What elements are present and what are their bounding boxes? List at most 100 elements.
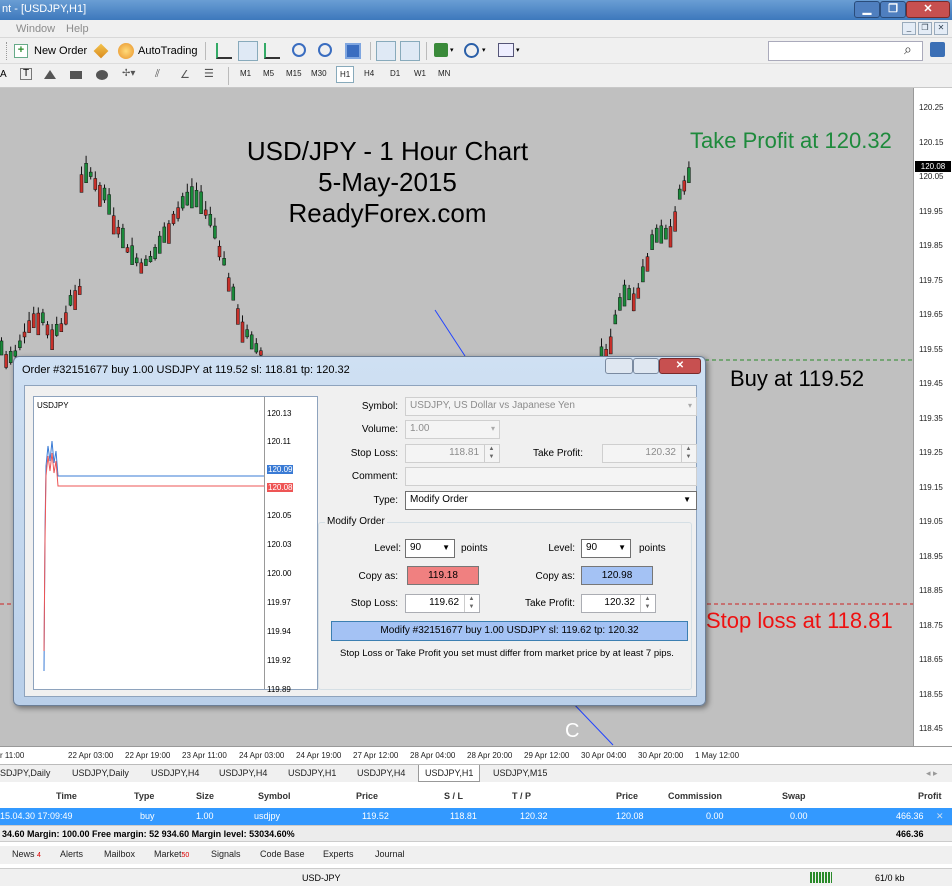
triangle-tool-icon[interactable] bbox=[44, 70, 56, 79]
timeframe-w1[interactable]: W1 bbox=[414, 69, 426, 78]
new-order-button[interactable]: New Order bbox=[34, 45, 87, 57]
column-header[interactable]: Symbol bbox=[258, 791, 291, 801]
type-select[interactable]: Modify Order ▼ bbox=[405, 491, 697, 510]
fibo-tool-icon[interactable]: ☰ bbox=[204, 67, 214, 80]
text-tool-icon[interactable]: A bbox=[0, 69, 7, 80]
new-tp-field[interactable]: 120.32 ▲ ▼ bbox=[581, 594, 656, 613]
terminal-tab-signals[interactable]: Signals bbox=[211, 849, 241, 859]
menu-window[interactable]: Window bbox=[16, 23, 55, 35]
dialog-maximize-button[interactable] bbox=[633, 358, 659, 374]
column-header[interactable]: T / P bbox=[512, 791, 531, 801]
symbol-select[interactable]: USDJPY, US Dollar vs Japanese Yen ▾ bbox=[405, 397, 697, 416]
chart-tab-active[interactable]: USDJPY,H1 bbox=[418, 765, 481, 782]
copy-sl-button[interactable]: 119.18 bbox=[407, 566, 479, 585]
take-profit-field[interactable]: 120.32 ▲ ▼ bbox=[602, 444, 697, 463]
column-header[interactable]: Type bbox=[134, 791, 154, 801]
terminal-tab-codebase[interactable]: Code Base bbox=[260, 849, 305, 859]
comment-field[interactable] bbox=[405, 467, 697, 486]
timeframe-m15[interactable]: M15 bbox=[286, 69, 302, 78]
timeframe-m1[interactable]: M1 bbox=[240, 69, 251, 78]
column-header[interactable]: S / L bbox=[444, 791, 463, 801]
templates-icon[interactable] bbox=[498, 43, 514, 57]
column-header[interactable]: Price bbox=[356, 791, 378, 801]
dropdown-arrow-icon-2[interactable]: ▾ bbox=[482, 46, 486, 54]
dialog-close-button[interactable]: ✕ bbox=[659, 358, 701, 374]
new-sl-field[interactable]: 119.62 ▲ ▼ bbox=[405, 594, 480, 613]
timeframe-m30[interactable]: M30 bbox=[311, 69, 327, 78]
dialog-minimize-button[interactable] bbox=[605, 358, 633, 374]
chart-tab-1[interactable]: SDJPY,Daily bbox=[0, 768, 50, 778]
menu-help[interactable]: Help bbox=[66, 23, 89, 35]
arrows-tool-icon[interactable]: ✢▾ bbox=[122, 68, 135, 79]
chart-tab-8[interactable]: USDJPY,M15 bbox=[493, 768, 547, 778]
new-sl-spinner-icon[interactable]: ▲ ▼ bbox=[464, 595, 478, 612]
terminal-tab-market[interactable]: Market50 bbox=[154, 849, 189, 859]
chart-tab-3[interactable]: USDJPY,H4 bbox=[151, 768, 199, 778]
chart-tab-4[interactable]: USDJPY,H4 bbox=[219, 768, 267, 778]
terminal-tab-mailbox[interactable]: Mailbox bbox=[104, 849, 135, 859]
market-watch-icon[interactable] bbox=[93, 43, 109, 59]
periods-icon[interactable] bbox=[464, 43, 479, 58]
chart-tab-6[interactable]: USDJPY,H4 bbox=[357, 768, 405, 778]
candlestick-chart-icon[interactable] bbox=[238, 41, 258, 61]
stop-loss-field[interactable]: 118.81 ▲ ▼ bbox=[405, 444, 500, 463]
terminal-tab-journal[interactable]: Journal bbox=[375, 849, 405, 859]
column-header[interactable]: Commission bbox=[668, 791, 722, 801]
close-button[interactable]: ✕ bbox=[906, 1, 950, 18]
mdi-minimize-button[interactable]: _ bbox=[902, 22, 916, 35]
zoom-in-icon[interactable] bbox=[292, 43, 306, 57]
tile-windows-icon[interactable] bbox=[345, 43, 361, 59]
mdi-close-button[interactable]: ✕ bbox=[934, 22, 948, 35]
stop-loss-spinner-icon[interactable]: ▲ ▼ bbox=[484, 445, 498, 462]
trade-row[interactable]: 15.04.30 17:09:49 buy 1.00 usdjpy 119.52 118.… bbox=[0, 808, 952, 825]
new-tp-spinner-icon[interactable]: ▲ ▼ bbox=[640, 595, 654, 612]
indicators-icon[interactable] bbox=[434, 43, 448, 57]
column-header[interactable]: Price bbox=[616, 791, 638, 801]
search-input[interactable] bbox=[768, 41, 923, 61]
dropdown-arrow-icon[interactable]: ▾ bbox=[450, 46, 454, 54]
minimize-button[interactable]: ▁ bbox=[854, 1, 880, 18]
channel-tool-icon[interactable]: ⫽ bbox=[155, 68, 160, 81]
timeframe-d1[interactable]: D1 bbox=[390, 69, 400, 78]
ellipse-tool-icon[interactable] bbox=[96, 70, 108, 80]
chart-shift-icon[interactable] bbox=[400, 41, 420, 61]
price-scale[interactable]: 120.25 120.15 120.05 119.95 119.85 119.75 119.… bbox=[913, 88, 952, 746]
sl-level-select[interactable]: 90 ▼ bbox=[405, 539, 455, 558]
copy-tp-button[interactable]: 120.98 bbox=[581, 566, 653, 585]
terminal-tab-experts[interactable]: Experts bbox=[323, 849, 354, 859]
price-tick: 118.55 bbox=[919, 689, 943, 699]
column-header[interactable]: Time bbox=[56, 791, 77, 801]
time-scale[interactable]: r 11:00 22 Apr 03:00 22 Apr 19:00 23 Apr 11… bbox=[0, 746, 952, 764]
text-label-tool-icon[interactable]: T bbox=[20, 68, 32, 80]
chat-icon[interactable] bbox=[930, 42, 945, 57]
autotrading-button[interactable]: AutoTrading bbox=[138, 45, 198, 57]
rectangle-tool-icon[interactable] bbox=[70, 71, 82, 79]
modify-button[interactable]: Modify #32151677 buy 1.00 USDJPY sl: 119… bbox=[331, 621, 688, 641]
volume-select[interactable]: 1.00 ▾ bbox=[405, 420, 500, 439]
order-modify-dialog: Order #32151677 buy 1.00 USDJPY at 119.5… bbox=[13, 356, 706, 706]
timeframe-h1[interactable]: H1 bbox=[336, 66, 355, 83]
bar-chart-icon[interactable] bbox=[216, 43, 232, 59]
terminal-tab-alerts[interactable]: Alerts bbox=[60, 849, 83, 859]
column-header[interactable]: Profit bbox=[918, 791, 942, 801]
timeframe-mn[interactable]: MN bbox=[438, 69, 450, 78]
tp-level-select[interactable]: 90 ▼ bbox=[581, 539, 631, 558]
tabs-scroll-icon[interactable]: ◂ ▸ bbox=[926, 768, 938, 779]
timeframe-m5[interactable]: M5 bbox=[263, 69, 274, 78]
close-trade-icon[interactable]: ✕ bbox=[936, 811, 944, 822]
autoscroll-icon[interactable] bbox=[376, 41, 396, 61]
zoom-out-icon[interactable] bbox=[318, 43, 332, 57]
mdi-restore-button[interactable]: ❐ bbox=[918, 22, 932, 35]
gann-tool-icon[interactable]: ∠ bbox=[180, 68, 190, 81]
timeframe-h4[interactable]: H4 bbox=[364, 69, 374, 78]
column-header[interactable]: Size bbox=[196, 791, 214, 801]
take-profit-spinner-icon[interactable]: ▲ ▼ bbox=[681, 445, 695, 462]
chart-tab-5[interactable]: USDJPY,H1 bbox=[288, 768, 336, 778]
column-header[interactable]: Swap bbox=[782, 791, 806, 801]
search-icon[interactable]: ⌕ bbox=[904, 41, 912, 58]
maximize-button[interactable]: ❐ bbox=[880, 1, 906, 18]
chart-tab-2[interactable]: USDJPY,Daily bbox=[72, 768, 129, 778]
dropdown-arrow-icon-3[interactable]: ▾ bbox=[516, 46, 520, 54]
terminal-tab-news[interactable]: News 4 bbox=[12, 849, 41, 859]
line-chart-icon[interactable] bbox=[264, 43, 280, 59]
